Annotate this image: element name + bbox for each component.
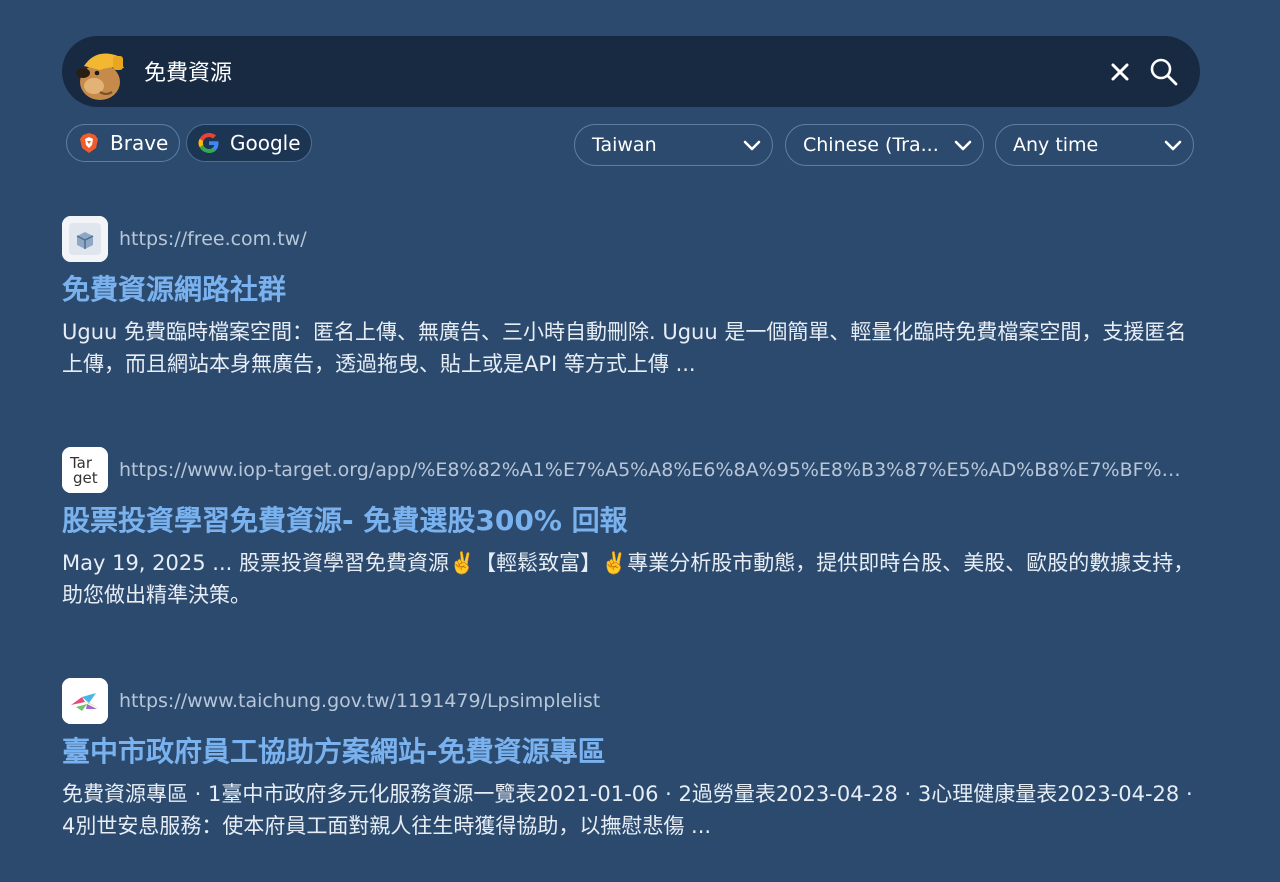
engine-chip-label: Brave xyxy=(110,131,169,155)
favicon-text-bottom: get xyxy=(73,469,98,487)
language-select-value: Chinese (Tra... xyxy=(803,134,939,156)
engine-chip-google[interactable]: Google xyxy=(186,124,312,162)
close-icon[interactable] xyxy=(1106,58,1134,86)
search-result: https://free.com.tw/ 免費資源網路社群 Uguu 免費臨時檔… xyxy=(62,216,1202,386)
mole-logo-icon[interactable] xyxy=(70,42,130,102)
chevron-down-icon xyxy=(1163,135,1183,155)
result-url[interactable]: https://www.taichung.gov.tw/1191479/Lpsi… xyxy=(119,690,1189,712)
time-select[interactable]: Any time xyxy=(995,124,1194,166)
taichung-gov-favicon-icon xyxy=(62,678,108,724)
search-result: Tar get https://www.iop-target.org/app/%… xyxy=(62,447,1202,617)
search-result: https://www.taichung.gov.tw/1191479/Lpsi… xyxy=(62,678,1202,848)
chevron-down-icon xyxy=(953,135,973,155)
result-snippet: 免費資源專區 · 1臺中市政府多元化服務資源一覽表2021-01-06 · 2過… xyxy=(62,782,1193,838)
search-bar xyxy=(62,36,1200,107)
result-title[interactable]: 臺中市政府員工協助方案網站-免費資源專區 xyxy=(62,730,606,770)
search-input[interactable] xyxy=(144,53,1084,89)
chevron-down-icon xyxy=(742,135,762,155)
google-icon xyxy=(198,132,220,154)
result-snippet: Uguu 免費臨時檔案空間：匿名上傳、無廣告、三小時自動刪除. Uguu 是一個… xyxy=(62,320,1187,376)
region-select-value: Taiwan xyxy=(592,134,657,156)
result-url[interactable]: https://www.iop-target.org/app/%E8%82%A1… xyxy=(119,459,1189,481)
result-snippet: May 19, 2025 ... 股票投資學習免費資源✌️【輕鬆致富】✌️專業分… xyxy=(62,551,1195,607)
search-icon[interactable] xyxy=(1148,56,1180,88)
iop-target-favicon-icon: Tar get xyxy=(62,447,108,493)
engine-chip-label: Google xyxy=(230,131,301,155)
brave-icon xyxy=(78,132,100,154)
result-title[interactable]: 股票投資學習免費資源- 免費選股300% 回報 xyxy=(62,499,628,539)
language-select[interactable]: Chinese (Tra... xyxy=(785,124,984,166)
region-select[interactable]: Taiwan xyxy=(574,124,773,166)
result-title[interactable]: 免費資源網路社群 xyxy=(62,268,286,308)
free-com-tw-favicon-icon xyxy=(62,216,108,262)
engine-chip-brave[interactable]: Brave xyxy=(66,124,180,162)
result-url[interactable]: https://free.com.tw/ xyxy=(119,228,1189,250)
time-select-value: Any time xyxy=(1013,134,1099,156)
